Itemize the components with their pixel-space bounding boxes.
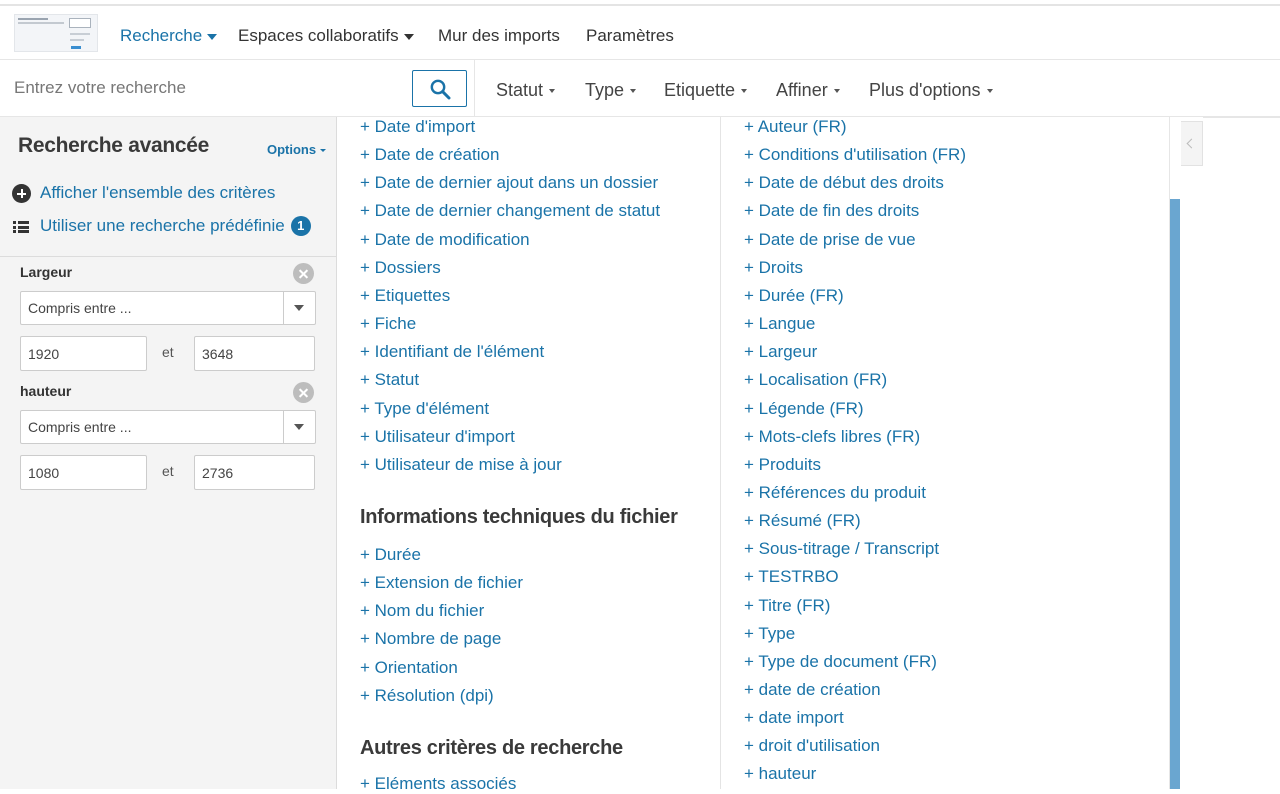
criterion-link[interactable]: + Type de document (FR) <box>744 652 937 672</box>
criterion-label-largeur: Largeur <box>20 264 73 280</box>
sidebar-title: Recherche avancée <box>18 134 210 157</box>
filter-statut[interactable]: Statut <box>496 80 556 101</box>
list-icon <box>13 221 29 233</box>
criterion-link[interactable]: + Utilisateur de mise à jour <box>360 455 562 475</box>
criterion-link[interactable]: + Type <box>744 624 795 644</box>
collapse-panel-button[interactable] <box>1181 121 1203 166</box>
criterion-link[interactable]: + Largeur <box>744 342 817 362</box>
divider <box>474 60 475 117</box>
operator-select-hauteur[interactable]: Compris entre ... <box>20 410 316 444</box>
criterion-link[interactable]: + Nombre de page <box>360 629 501 649</box>
nav-recherche[interactable]: Recherche <box>120 26 218 46</box>
search-input[interactable] <box>0 60 400 116</box>
criterion-link[interactable]: + Date de dernier ajout dans un dossier <box>360 173 658 193</box>
criterion-link[interactable]: + Fiche <box>360 314 416 334</box>
criterion-link[interactable]: + Références du produit <box>744 483 926 503</box>
criterion-link[interactable]: + Produits <box>744 455 821 475</box>
criterion-link[interactable]: + Résolution (dpi) <box>360 686 494 706</box>
criterion-link[interactable]: + Sous-titrage / Transcript <box>744 539 939 559</box>
filter-etiquette[interactable]: Etiquette <box>664 80 748 101</box>
criterion-link[interactable]: + date de création <box>744 680 881 700</box>
remove-criterion-button[interactable] <box>293 382 314 403</box>
chevron-down-icon <box>207 33 218 40</box>
and-label: et <box>162 463 174 479</box>
criterion-link[interactable]: + Résumé (FR) <box>744 511 861 531</box>
plus-circle-icon <box>12 184 31 203</box>
caret-down-icon <box>549 89 556 94</box>
caret-down-icon <box>630 89 637 94</box>
and-label: et <box>162 344 174 360</box>
divider <box>1203 117 1280 118</box>
criterion-link[interactable]: + Auteur (FR) <box>744 117 847 137</box>
caret-down-icon <box>833 89 840 94</box>
criterion-link[interactable]: + Conditions d'utilisation (FR) <box>744 145 966 165</box>
search-icon <box>430 79 451 100</box>
caret-down-icon <box>741 89 748 94</box>
criterion-link[interactable]: + Légende (FR) <box>744 399 864 419</box>
scrollbar-thumb[interactable] <box>1170 199 1180 789</box>
criterion-link[interactable]: + Date de début des droits <box>744 173 944 193</box>
nav-espaces-collaboratifs[interactable]: Espaces collaboratifs <box>238 26 414 46</box>
caret-down-icon <box>320 149 327 153</box>
count-badge: 1 <box>290 216 311 236</box>
criterion-link[interactable]: + Date de création <box>360 145 499 165</box>
options-dropdown[interactable]: Options <box>267 142 327 157</box>
search-button[interactable] <box>412 70 467 107</box>
criterion-link[interactable]: + Date de fin des droits <box>744 201 919 221</box>
column-divider <box>720 117 721 789</box>
hauteur-to-input[interactable] <box>194 455 315 490</box>
criterion-link[interactable]: + date import <box>744 708 844 728</box>
criterion-link[interactable]: + TESTRBO <box>744 567 839 587</box>
criterion-link[interactable]: + droit d'utilisation <box>744 736 880 756</box>
divider <box>0 256 337 257</box>
nav-mur-des-imports[interactable]: Mur des imports <box>438 26 560 46</box>
criterion-link[interactable]: + Utilisateur d'import <box>360 427 515 447</box>
criterion-link[interactable]: + Date de dernier changement de statut <box>360 201 660 221</box>
remove-criterion-button[interactable] <box>293 263 314 284</box>
criterion-link[interactable]: + Orientation <box>360 658 458 678</box>
largeur-to-input[interactable] <box>194 336 315 371</box>
filter-plus-options[interactable]: Plus d'options <box>869 80 993 101</box>
criterion-link[interactable]: + Date de prise de vue <box>744 230 916 250</box>
show-all-criteria-link[interactable]: Afficher l'ensemble des critères <box>12 183 275 203</box>
filter-affiner[interactable]: Affiner <box>776 80 840 101</box>
section-title-technical: Informations techniques du fichier <box>360 506 678 528</box>
section-title-other: Autres critères de recherche <box>360 737 623 759</box>
caret-down-icon <box>986 89 993 94</box>
criterion-link[interactable]: + Mots-clefs libres (FR) <box>744 427 920 447</box>
filter-type[interactable]: Type <box>585 80 637 101</box>
predefined-search-link[interactable]: Utiliser une recherche prédéfinie 1 <box>12 216 311 236</box>
criterion-link[interactable]: + Langue <box>744 314 815 334</box>
criterion-link[interactable]: + Dossiers <box>360 258 441 278</box>
criterion-link[interactable]: + Titre (FR) <box>744 596 830 616</box>
criterion-link[interactable]: + hauteur <box>744 764 816 784</box>
criterion-link[interactable]: + Statut <box>360 370 419 390</box>
criterion-label-hauteur: hauteur <box>20 383 72 399</box>
operator-select-largeur[interactable]: Compris entre ... <box>20 291 316 325</box>
chevron-down-icon <box>283 411 315 443</box>
main-navbar: Recherche Espaces collaboratifs Mur des … <box>0 6 1280 60</box>
criterion-link[interactable]: + Droits <box>744 258 803 278</box>
criterion-link[interactable]: + Type d'élément <box>360 399 489 419</box>
criterion-link[interactable]: + Eléments associés <box>360 774 516 794</box>
criterion-link[interactable]: + Nom du fichier <box>360 601 484 621</box>
logo-thumbnail[interactable] <box>14 14 98 52</box>
largeur-from-input[interactable] <box>20 336 147 371</box>
chevron-down-icon <box>283 292 315 324</box>
chevron-down-icon <box>403 33 414 40</box>
criterion-link[interactable]: + Date d'import <box>360 117 475 137</box>
criterion-link[interactable]: + Durée <box>360 545 421 565</box>
criterion-link[interactable]: + Localisation (FR) <box>744 370 887 390</box>
criterion-link[interactable]: + Durée (FR) <box>744 286 844 306</box>
criterion-link[interactable]: + Identifiant de l'élément <box>360 342 544 362</box>
criterion-link[interactable]: + Date de modification <box>360 230 530 250</box>
hauteur-from-input[interactable] <box>20 455 147 490</box>
advanced-search-sidebar: Recherche avancée Options Afficher l'ens… <box>0 117 337 789</box>
search-bar: Statut Type Etiquette Affiner Plus d'opt… <box>0 60 1280 117</box>
criterion-link[interactable]: + Extension de fichier <box>360 573 523 593</box>
criterion-link[interactable]: + Etiquettes <box>360 286 450 306</box>
nav-parametres[interactable]: Paramètres <box>586 26 674 46</box>
